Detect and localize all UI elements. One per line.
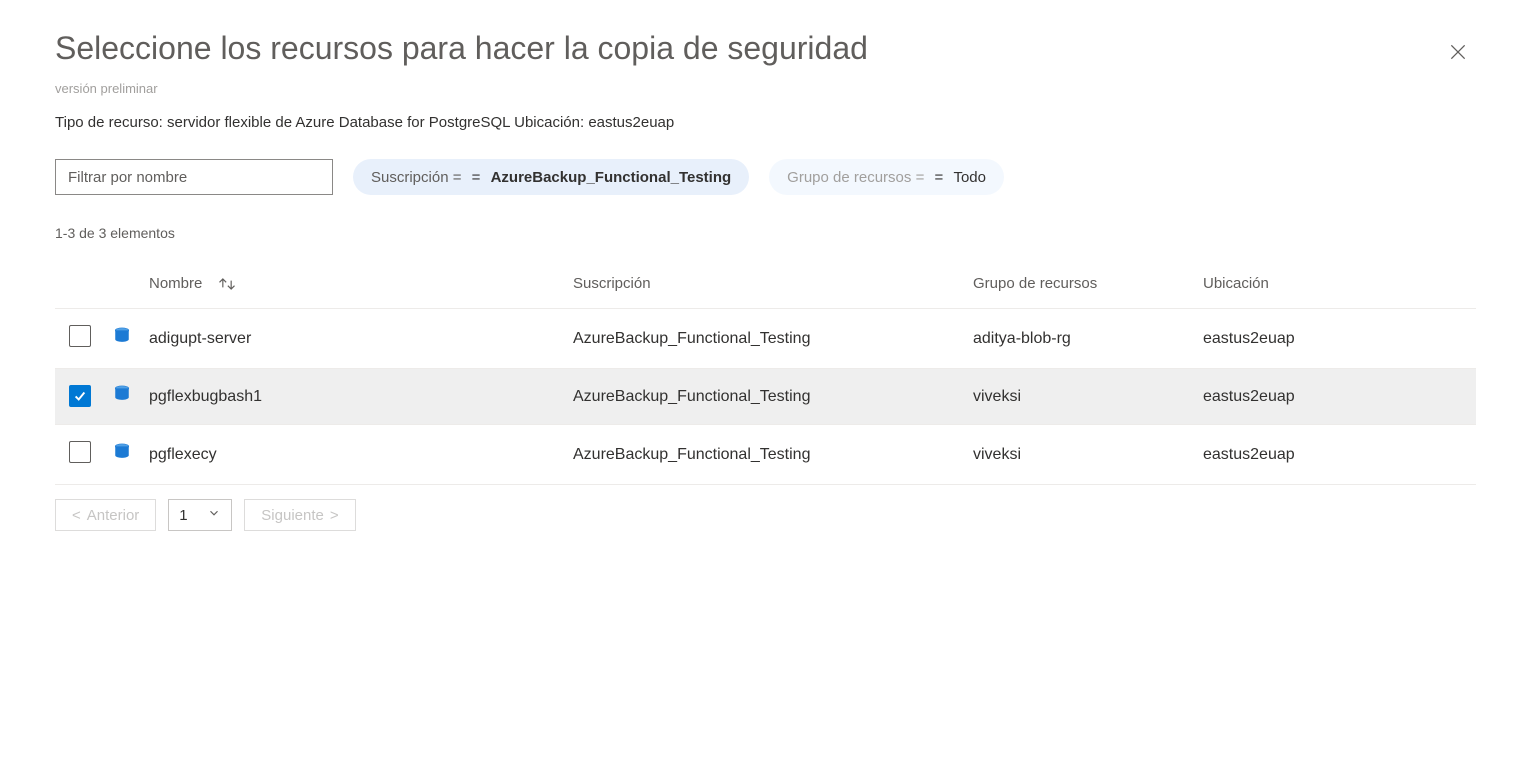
close-button[interactable] (1440, 34, 1476, 73)
next-button[interactable]: Siguiente > (244, 499, 355, 531)
cell-location: eastus2euap (1195, 369, 1476, 425)
page-title: Seleccione los recursos para hacer la co… (55, 30, 868, 67)
cell-subscription: AzureBackup_Functional_Testing (565, 369, 965, 425)
page-subtitle: versión preliminar (55, 81, 868, 96)
filter-resourcegroup-pill[interactable]: Grupo de recursos = = Todo (769, 159, 1004, 195)
database-icon (113, 327, 131, 345)
equals-text: = (930, 169, 947, 186)
column-header-location-label: Ubicación (1203, 275, 1269, 292)
filter-resourcegroup-label: Grupo de recursos = (787, 169, 924, 186)
cell-subscription: AzureBackup_Functional_Testing (565, 425, 965, 485)
cell-subscription: AzureBackup_Functional_Testing (565, 309, 965, 369)
database-icon (113, 385, 131, 403)
table-row[interactable]: adigupt-serverAzureBackup_Functional_Tes… (55, 309, 1476, 369)
cell-resourcegroup: aditya-blob-rg (965, 309, 1195, 369)
table-row[interactable]: pgflexbugbash1AzureBackup_Functional_Tes… (55, 369, 1476, 425)
chevron-right-text: > (330, 507, 339, 524)
sort-icon (217, 276, 237, 292)
page-select[interactable]: 1 (168, 499, 232, 531)
row-checkbox[interactable] (69, 385, 91, 407)
page-number: 1 (179, 507, 187, 524)
filter-subscription-value: AzureBackup_Functional_Testing (491, 169, 732, 186)
cell-resourcegroup: viveksi (965, 425, 1195, 485)
chevron-left-text: < (72, 507, 81, 524)
previous-button[interactable]: < Anterior (55, 499, 156, 531)
cell-location: eastus2euap (1195, 425, 1476, 485)
chevron-down-icon (207, 506, 221, 524)
row-checkbox[interactable] (69, 441, 91, 463)
next-label: Siguiente (261, 507, 324, 524)
cell-name: adigupt-server (145, 309, 565, 369)
filter-resourcegroup-value: Todo (953, 169, 986, 186)
cell-resourcegroup: viveksi (965, 369, 1195, 425)
column-header-resourcegroup-label: Grupo de recursos (973, 275, 1097, 292)
close-icon (1448, 50, 1468, 65)
cell-name: pgflexecy (145, 425, 565, 485)
row-checkbox[interactable] (69, 325, 91, 347)
column-header-location[interactable]: Ubicación (1195, 265, 1476, 309)
resources-table: Nombre Suscripción Grupo de recursos Ubi… (55, 265, 1476, 485)
column-header-name-label: Nombre (149, 275, 202, 292)
filter-name-input[interactable] (55, 159, 333, 195)
cell-name: pgflexbugbash1 (145, 369, 565, 425)
column-header-subscription-label: Suscripción (573, 275, 651, 292)
previous-label: Anterior (87, 507, 140, 524)
column-header-resourcegroup[interactable]: Grupo de recursos (965, 265, 1195, 309)
cell-location: eastus2euap (1195, 309, 1476, 369)
equals-text: = (467, 169, 484, 186)
column-header-name[interactable]: Nombre (145, 265, 565, 309)
resource-type-info: Tipo de recurso: servidor flexible de Az… (55, 114, 1476, 131)
table-row[interactable]: pgflexecyAzureBackup_Functional_Testingv… (55, 425, 1476, 485)
filter-subscription-pill[interactable]: Suscripción = = AzureBackup_Functional_T… (353, 159, 749, 195)
filter-subscription-label: Suscripción = (371, 169, 461, 186)
column-header-subscription[interactable]: Suscripción (565, 265, 965, 309)
results-count: 1-3 de 3 elementos (55, 225, 1476, 241)
database-icon (113, 443, 131, 461)
